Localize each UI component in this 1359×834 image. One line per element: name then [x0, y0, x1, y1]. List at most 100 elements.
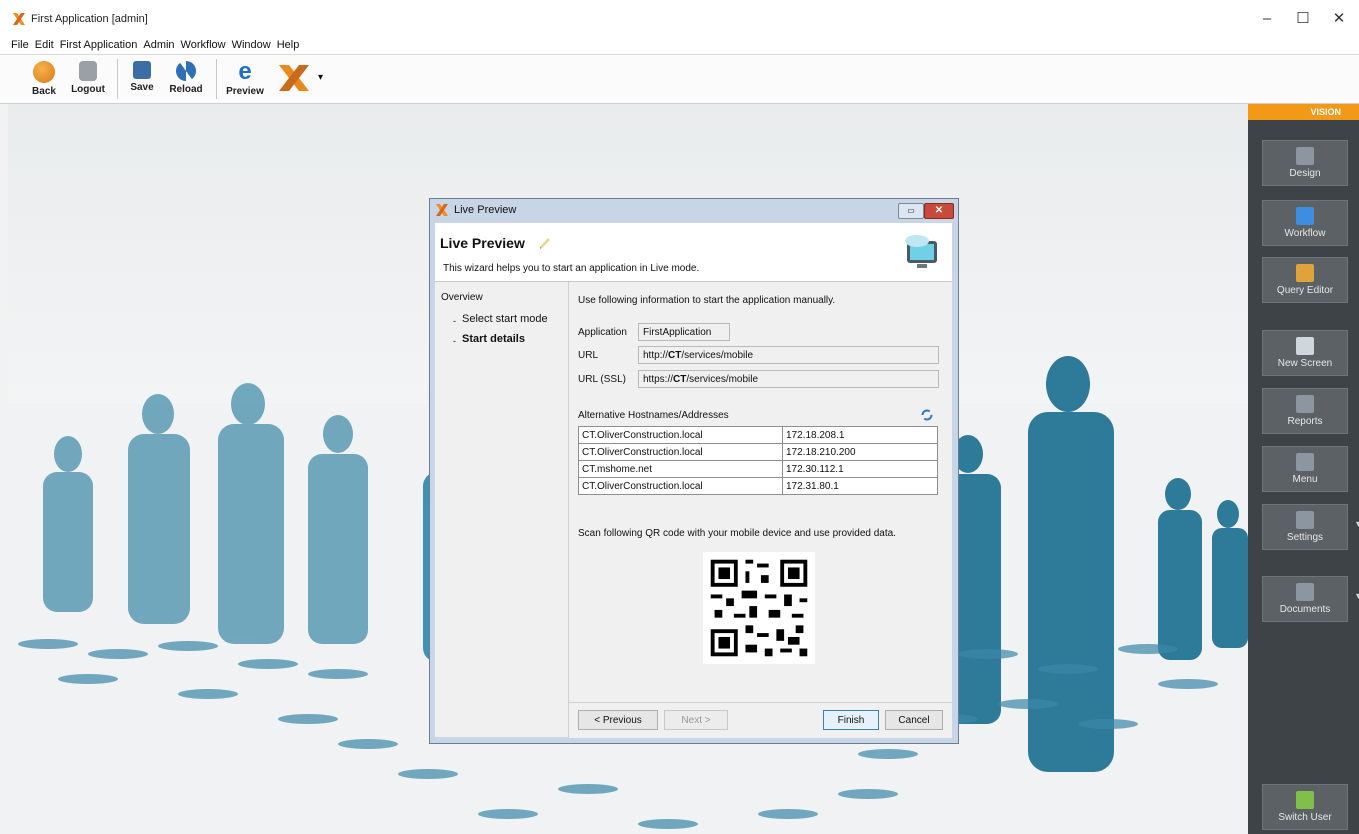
design-button[interactable]: Design: [1262, 140, 1348, 186]
back-button[interactable]: Back: [26, 59, 62, 101]
menu-edit[interactable]: Edit: [32, 36, 57, 54]
logout-button[interactable]: Logout: [66, 59, 110, 101]
save-label: Save: [130, 82, 154, 93]
menu-bar: File Edit First Application Admin Workflow Wi…: [0, 36, 1359, 55]
switch-user-button[interactable]: Switch User: [1262, 784, 1348, 830]
menu-icon: [1296, 453, 1314, 471]
app-logo-icon: [13, 13, 25, 25]
url-ssl-prefix: https://: [643, 374, 674, 385]
new-screen-button[interactable]: New Screen: [1262, 330, 1348, 376]
alt-hostnames-label: Alternative Hostnames/Addresses: [578, 410, 729, 421]
menu-first-application[interactable]: First Application: [57, 36, 141, 54]
close-button[interactable]: ✕: [1319, 6, 1359, 32]
documents-button[interactable]: Documents ▾: [1262, 576, 1359, 622]
url-field[interactable]: http://CT/services/mobile: [638, 346, 939, 364]
nav-bullet: -: [453, 316, 456, 326]
live-preview-dialog: Live Preview ▭ ✕ Live Preview This wizar…: [429, 198, 959, 744]
url-label: URL: [578, 350, 599, 361]
window-title: First Application [admin]: [31, 13, 148, 25]
maximize-button[interactable]: ☐: [1283, 6, 1323, 32]
settings-label: Settings: [1286, 532, 1324, 543]
design-label: Design: [1289, 168, 1321, 179]
preview-button[interactable]: e Preview: [222, 59, 268, 101]
documents-icon: [1296, 583, 1314, 601]
settings-icon: [1296, 511, 1314, 529]
address-cell: 172.31.80.1: [782, 477, 938, 495]
next-button[interactable]: Next >: [664, 710, 728, 730]
workflow-label: Workflow: [1284, 228, 1326, 239]
hostname-cell: CT.OliverConstruction.local: [578, 426, 783, 444]
right-navigation-panel: VISION Design Workflow Query Editor New …: [1248, 104, 1359, 834]
hostname-cell: CT.mshome.net: [578, 460, 783, 478]
pencil-icon: [540, 238, 550, 249]
menu-workflow[interactable]: Workflow: [178, 36, 229, 54]
save-icon: [133, 61, 151, 79]
minimize-button[interactable]: –: [1247, 6, 1287, 32]
address-cell: 172.18.208.1: [782, 426, 938, 444]
url-host: CT: [668, 350, 682, 361]
dialog-restore-button[interactable]: ▭: [898, 203, 924, 219]
query-editor-icon: [1296, 264, 1314, 282]
query-editor-label: Query Editor: [1276, 285, 1334, 296]
url-ssl-field[interactable]: https://CT/services/mobile: [638, 370, 939, 388]
menu-file[interactable]: File: [0, 36, 32, 54]
table-row[interactable]: CT.OliverConstruction.local 172.31.80.1: [578, 477, 938, 495]
menu-label: Menu: [1292, 474, 1318, 485]
nav-step-select-start-mode[interactable]: Select start mode: [462, 313, 548, 325]
toolbar-dropdown-arrow[interactable]: ▾: [318, 72, 323, 83]
new-screen-label: New Screen: [1277, 358, 1333, 369]
qr-code-image: [703, 552, 815, 664]
table-row[interactable]: CT.mshome.net 172.30.112.1: [578, 460, 938, 478]
menu-admin[interactable]: Admin: [140, 36, 177, 54]
cancel-button[interactable]: Cancel: [885, 710, 943, 730]
address-cell: 172.30.112.1: [782, 460, 938, 478]
back-label: Back: [32, 86, 56, 97]
design-icon: [1296, 147, 1314, 165]
new-screen-icon: [1296, 337, 1314, 355]
workflow-icon: [1296, 207, 1314, 225]
hostname-cell: CT.OliverConstruction.local: [578, 477, 783, 495]
reload-label: Reload: [169, 84, 203, 95]
toolbar-separator: [216, 59, 217, 99]
menu-window[interactable]: Window: [229, 36, 274, 54]
reports-button[interactable]: Reports: [1262, 388, 1348, 434]
switch-user-icon: [1296, 791, 1314, 809]
wizard-subtitle: This wizard helps you to start an applic…: [443, 263, 700, 274]
dialog-logo-icon: [436, 204, 448, 216]
previous-button[interactable]: < Previous: [578, 710, 658, 730]
dialog-close-button[interactable]: ✕: [924, 203, 954, 219]
url-ssl-label: URL (SSL): [578, 374, 626, 385]
wizard-heading: Live Preview: [440, 235, 525, 251]
application-field[interactable]: FirstApplication: [638, 323, 730, 341]
reload-icon: [176, 61, 196, 81]
vision-header: VISION: [1248, 104, 1359, 120]
dialog-window-title: Live Preview: [454, 204, 517, 216]
vision-x-icon[interactable]: [277, 63, 311, 93]
query-editor-button[interactable]: Query Editor: [1262, 257, 1348, 303]
save-button[interactable]: Save: [126, 59, 158, 101]
switch-user-label: Switch User: [1278, 812, 1332, 823]
nav-overview[interactable]: Overview: [441, 292, 483, 303]
toolbar-separator: [117, 59, 118, 99]
finish-button[interactable]: Finish: [823, 710, 879, 730]
menu-button[interactable]: Menu: [1262, 446, 1348, 492]
preview-icon: e: [238, 58, 252, 85]
table-row[interactable]: CT.OliverConstruction.local 172.18.208.1: [578, 426, 938, 444]
application-label: Application: [578, 327, 627, 338]
workflow-button[interactable]: Workflow: [1262, 200, 1348, 246]
logout-icon: [79, 61, 97, 81]
refresh-icon[interactable]: [921, 409, 933, 421]
settings-button[interactable]: Settings ▾: [1262, 504, 1359, 550]
hostname-cell: CT.OliverConstruction.local: [578, 443, 783, 461]
qr-instructions: Scan following QR code with your mobile …: [578, 528, 896, 539]
documents-label: Documents: [1279, 604, 1331, 615]
url-ssl-suffix: /services/mobile: [686, 374, 759, 385]
menu-help[interactable]: Help: [274, 36, 303, 54]
url-ssl-host: CT: [673, 374, 687, 385]
monitor-icon: [905, 235, 937, 268]
title-bar: First Application [admin] – ☐ ✕: [0, 0, 1359, 36]
nav-step-start-details[interactable]: Start details: [462, 333, 525, 345]
reload-button[interactable]: Reload: [165, 59, 207, 101]
alt-hostnames-table: CT.OliverConstruction.local 172.18.208.1 …: [578, 426, 938, 495]
table-row[interactable]: CT.OliverConstruction.local 172.18.210.20…: [578, 443, 938, 461]
